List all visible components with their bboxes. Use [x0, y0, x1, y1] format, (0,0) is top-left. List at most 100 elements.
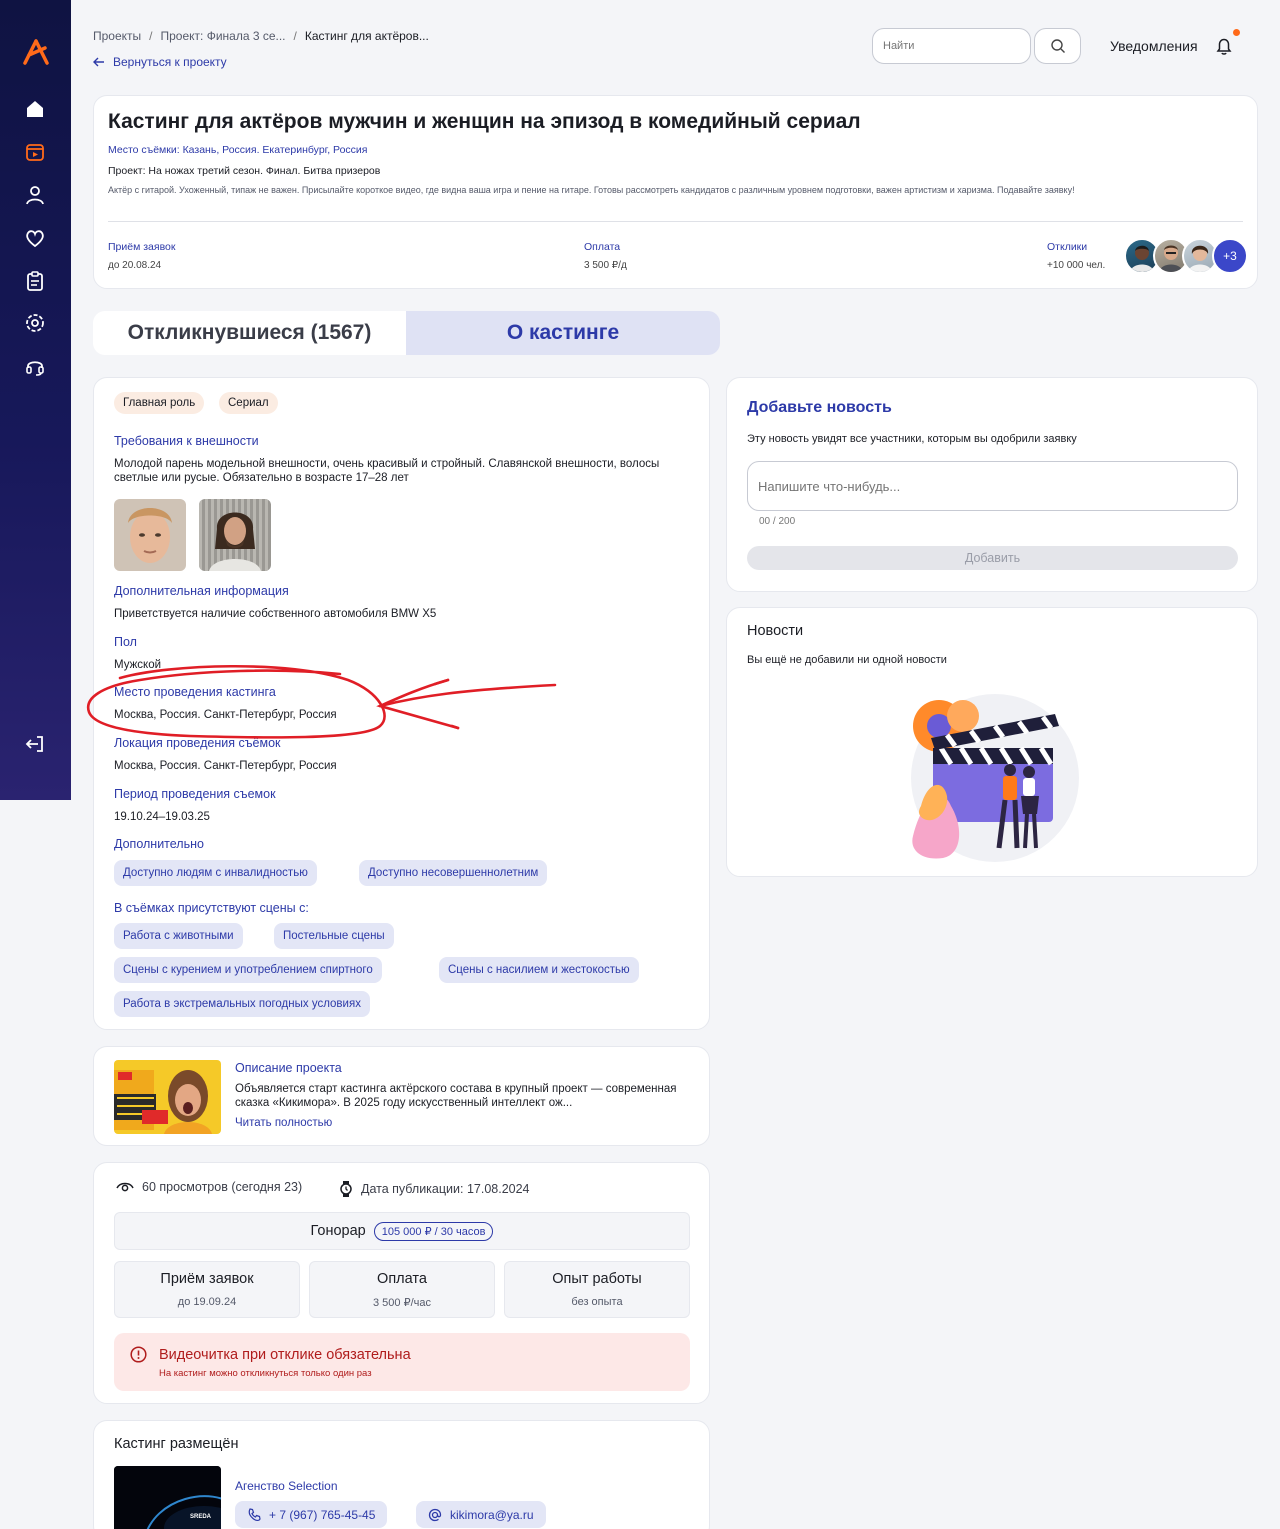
phone-contact[interactable]: + 7 (967) 765-45-45: [235, 1501, 388, 1528]
additional-tag: Доступно людям с инвалидностью: [114, 860, 317, 886]
tab-responders[interactable]: Откликнувшиеся (1567): [93, 311, 406, 355]
gender-label: Пол: [114, 635, 137, 649]
project-desc-title: Описание проекта: [235, 1061, 342, 1075]
shoot-location: Место съёмки: Казань, Россия. Екатеринбу…: [108, 144, 368, 156]
alert-title: Видеочитка при отклике обязательна: [159, 1347, 411, 1363]
notification-dot: [1232, 29, 1240, 36]
breadcrumb-project[interactable]: Проект: Финала 3 се...: [161, 29, 286, 43]
phone-icon: [248, 1507, 261, 1521]
project-name: Проект: На ножах третий сезон. Финал. Би…: [108, 165, 381, 177]
stat-box-value: до 19.09.24: [177, 1296, 237, 1308]
clapperboard-illustration: [911, 694, 1079, 862]
breadcrumb-projects[interactable]: Проекты: [93, 29, 141, 43]
brand-a-logo[interactable]: [22, 38, 50, 66]
phone-number: + 7 (967) 765-45-45: [269, 1507, 376, 1522]
responders-avatars[interactable]: +3: [1124, 238, 1248, 274]
scenes-label: В съёмках присутствуют сцены с:: [114, 901, 309, 915]
agency-name[interactable]: Агенство Selection: [235, 1479, 338, 1493]
reference-photo[interactable]: [114, 499, 186, 571]
casting-stats-card: 60 просмотров (сегодня 23) Дата публикац…: [93, 1162, 710, 1404]
support-headset-icon[interactable]: [24, 355, 46, 377]
appearance-text: Молодой парень модельной внешности, очен…: [114, 458, 660, 484]
alert-icon: [130, 1346, 147, 1363]
deadline-label: Приём заявок: [108, 241, 176, 253]
stat-box-value: 3 500 ₽/час: [373, 1297, 431, 1309]
watch-icon: [340, 1181, 352, 1197]
casting-description: Актёр с гитарой. Ухоженный, типаж не важ…: [108, 185, 1075, 195]
clipboard-icon[interactable]: [24, 270, 46, 292]
agency-logo[interactable]: SREDA: [114, 1466, 221, 1529]
published-stat: Дата публикации: 17.08.2024: [339, 1180, 530, 1198]
add-news-card: Добавьте новость Эту новость увидят все …: [726, 377, 1258, 592]
stat-box: Опыт работы без опыта: [504, 1261, 690, 1318]
scene-tag: Работа с животными: [114, 923, 243, 949]
read-more-link[interactable]: Читать полностью: [235, 1117, 332, 1129]
eye-icon: [116, 1182, 134, 1192]
home-icon[interactable]: [24, 98, 46, 120]
video-calendar-icon[interactable]: [24, 141, 46, 163]
payment-value: 3 500 ₽/д: [584, 260, 627, 271]
search-input[interactable]: [872, 28, 1031, 64]
fee-row: Гонорар 105 000 ₽ / 30 часов: [114, 1212, 690, 1250]
breadcrumb-separator: /: [149, 29, 153, 43]
responses-value: +10 000 чел.: [1047, 260, 1106, 271]
reference-photo[interactable]: [199, 499, 271, 571]
logout-icon[interactable]: [24, 733, 46, 755]
back-to-project-link[interactable]: Вернуться к проекту: [93, 55, 227, 69]
page-title: Кастинг для актёров мужчин и женщин на э…: [108, 110, 861, 133]
news-empty-text: Вы ещё не добавили ни одной новости: [747, 654, 947, 666]
shoot-location-label: Локация проведения съёмок: [114, 736, 281, 750]
alert-subtitle: На кастинг можно откликнуться только оди…: [159, 1368, 372, 1379]
breadcrumb: Проекты / Проект: Финала 3 се... / Кастинг д…: [93, 29, 429, 43]
stat-box-label: Приём заявок: [160, 1271, 254, 1287]
role-chip: Главная роль: [114, 392, 205, 414]
breadcrumb-current: Кастинг для актёров...: [304, 29, 429, 43]
notifications-button[interactable]: Уведомления: [1110, 29, 1240, 56]
project-poster[interactable]: [114, 1060, 221, 1134]
tab-about-casting[interactable]: О кастинге: [406, 311, 720, 355]
fee-value: 105 000 ₽ / 30 часов: [373, 1221, 494, 1241]
payment-label: Оплата: [584, 241, 621, 253]
additional-label: Дополнительно: [114, 837, 204, 851]
extra-info-label: Дополнительная информация: [114, 584, 289, 598]
back-link-label: Вернуться к проекту: [113, 55, 227, 69]
heart-icon[interactable]: [24, 227, 46, 249]
published-text: Дата публикации: 17.08.2024: [361, 1182, 530, 1196]
at-sign-icon: [428, 1508, 442, 1521]
stat-box-value: без опыта: [571, 1296, 623, 1308]
type-chip: Сериал: [219, 392, 278, 414]
scene-tag: Сцены с насилием и жестокостью: [439, 957, 639, 983]
news-input[interactable]: [747, 461, 1238, 511]
sidebar: [0, 0, 71, 800]
profile-icon[interactable]: [24, 184, 46, 206]
search: [872, 28, 1082, 64]
add-news-button[interactable]: Добавить: [747, 546, 1238, 570]
responses-label: Отклики: [1047, 241, 1088, 253]
arrow-left-icon: [93, 57, 104, 67]
period-label: Период проведения съемок: [114, 787, 276, 801]
casting-place-label: Место проведения кастинга: [114, 685, 276, 699]
stat-box: Приём заявок до 19.09.24: [114, 1261, 300, 1318]
email-contact[interactable]: kikimora@ya.ru: [416, 1501, 546, 1528]
project-description-card: Описание проекта Объявляется старт касти…: [93, 1046, 710, 1146]
views-stat: 60 просмотров (сегодня 23): [116, 1180, 302, 1194]
stat-box-label: Оплата: [377, 1271, 427, 1287]
news-title: Новости: [747, 623, 804, 639]
avatars-more-count[interactable]: +3: [1212, 238, 1248, 274]
scene-tag: Постельные сцены: [274, 923, 394, 949]
placed-title: Кастинг размещён: [114, 1436, 239, 1452]
add-news-subtitle: Эту новость увидят все участники, которы…: [747, 433, 1077, 445]
notifications-label: Уведомления: [1110, 38, 1198, 54]
stat-box-label: Опыт работы: [552, 1271, 642, 1287]
casting-info-card: Главная роль Сериал Требования к внешнос…: [93, 377, 710, 1030]
char-counter: 00 / 200: [759, 516, 796, 527]
casting-header-card: Кастинг для актёров мужчин и женщин на э…: [93, 95, 1258, 289]
search-icon: [1050, 39, 1065, 53]
fee-label: Гонорар: [310, 1223, 366, 1239]
gender-text: Мужской: [114, 659, 162, 671]
casting-placed-card: Кастинг размещён SREDA Агенство Selectio…: [93, 1420, 710, 1529]
divider: [108, 221, 1243, 222]
search-button[interactable]: [1034, 28, 1081, 64]
settings-icon[interactable]: [24, 312, 46, 334]
casting-place-text: Москва, Россия. Санкт-Петербург, Россия: [114, 709, 337, 721]
